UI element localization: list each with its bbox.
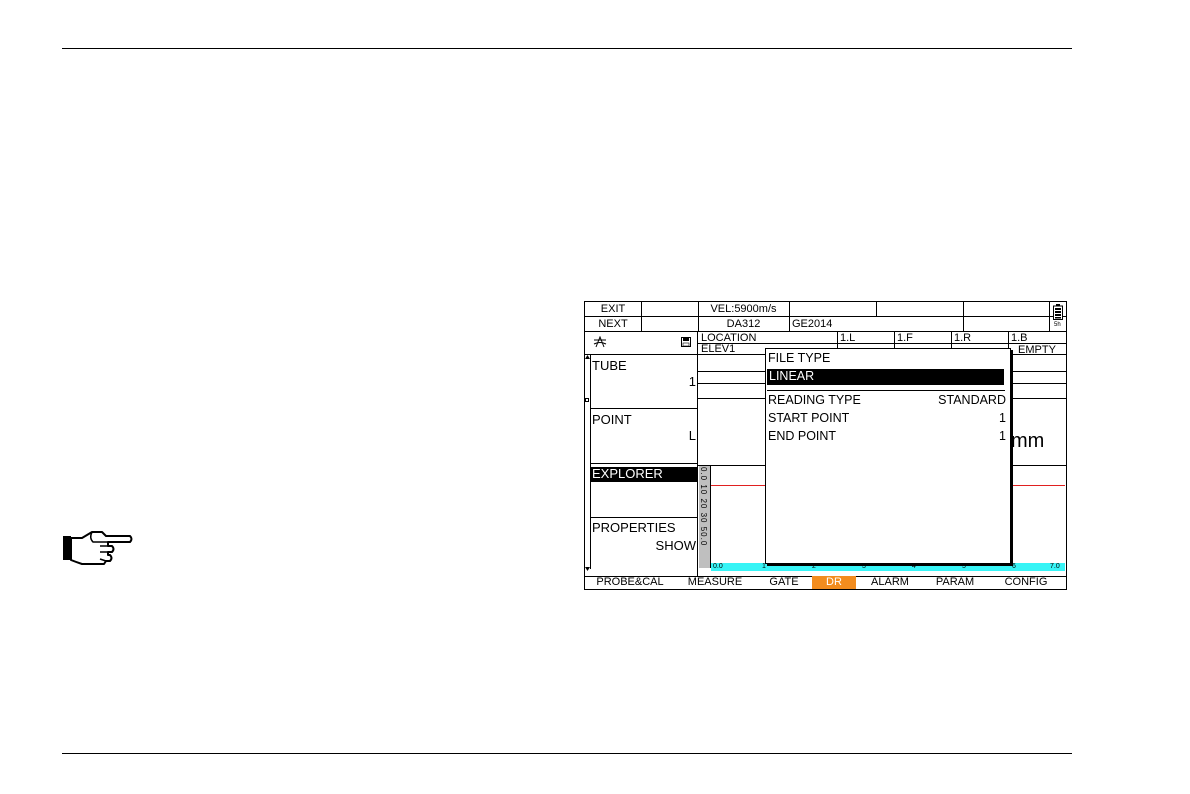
point-value: L: [688, 428, 696, 443]
column-header: 1.F: [897, 332, 913, 344]
tab-alarm[interactable]: ALARM: [860, 576, 920, 589]
bottom-rule: [62, 753, 1072, 754]
top-rule: [62, 48, 1072, 49]
row-cell[interactable]: EMPTY: [1008, 345, 1066, 356]
tab-dr[interactable]: DR: [812, 576, 856, 589]
scale-tick: 5: [962, 563, 966, 570]
start-point-value[interactable]: 1: [999, 412, 1006, 425]
properties-label: PROPERTIES: [592, 520, 676, 535]
end-point-value[interactable]: 1: [999, 430, 1006, 443]
dialog-separator: [767, 390, 1005, 391]
scroll-down-arrow-icon[interactable]: [585, 567, 590, 571]
probe-name: DA312: [726, 318, 761, 330]
menu-item-explorer[interactable]: EXPLORER: [591, 467, 697, 482]
tab-param[interactable]: PARAM: [925, 576, 985, 589]
scroll-up-arrow-icon[interactable]: [585, 355, 590, 359]
tab-probe-cal[interactable]: PROBE&CAL: [585, 576, 675, 589]
file-type-dialog: FILE TYPE LINEAR READING TYPE STANDARD S…: [765, 348, 1011, 564]
file-type-label: FILE TYPE: [768, 351, 831, 365]
point-label: POINT: [592, 412, 632, 427]
scale-tick: 6: [1012, 563, 1016, 570]
save-icon[interactable]: [681, 337, 691, 347]
column-header: 1.L: [840, 332, 856, 344]
bottom-tab-bar: PROBE&CAL MEASURE GATE DR ALARM PARAM CO…: [585, 576, 1066, 589]
scale-tick: 3: [862, 563, 866, 570]
reading-type-label[interactable]: READING TYPE: [768, 394, 861, 407]
tab-measure[interactable]: MEASURE: [675, 576, 755, 589]
pointing-hand-icon: [63, 531, 133, 565]
reading-type-value[interactable]: STANDARD: [938, 394, 1006, 407]
scale-tick: 1: [762, 563, 766, 570]
battery-label: 5h: [1054, 322, 1061, 328]
unit-label: mm: [1011, 430, 1045, 452]
file-type-value[interactable]: LINEAR: [767, 369, 1004, 385]
velocity-readout: VEL:5900m/s: [710, 303, 777, 315]
properties-value: SHOW: [655, 538, 696, 553]
scale-tick: 7.0: [1050, 563, 1060, 570]
tab-config[interactable]: CONFIG: [990, 576, 1062, 589]
battery-icon: [1053, 304, 1063, 320]
column-header: 1.B: [1011, 332, 1028, 344]
scale-tick: 2: [812, 563, 816, 570]
left-menu: TUBE 1 POINT L EXPLORER PROPERTIES SHOW: [585, 302, 698, 576]
column-header: 1.R: [954, 332, 972, 344]
tube-value: 1: [688, 374, 696, 389]
row-location[interactable]: ELEV1: [701, 344, 735, 355]
scroll-thumb[interactable]: [585, 398, 589, 402]
device-screen: EXIT NEXT VEL:5900m/s DA312 GE2014 5h TU…: [584, 301, 1067, 590]
tube-label: TUBE: [592, 358, 627, 373]
start-point-label[interactable]: START POINT: [768, 412, 849, 425]
scale-icon: [593, 336, 607, 348]
scale-tick: 0.0: [713, 563, 723, 570]
scale-tick: 4: [912, 563, 916, 570]
tab-gate[interactable]: GATE: [755, 576, 813, 589]
end-point-label[interactable]: END POINT: [768, 430, 836, 443]
left-scale-labels: 0.0 10 20 30 50.0: [699, 467, 708, 547]
file-name: GE2014: [792, 318, 833, 330]
